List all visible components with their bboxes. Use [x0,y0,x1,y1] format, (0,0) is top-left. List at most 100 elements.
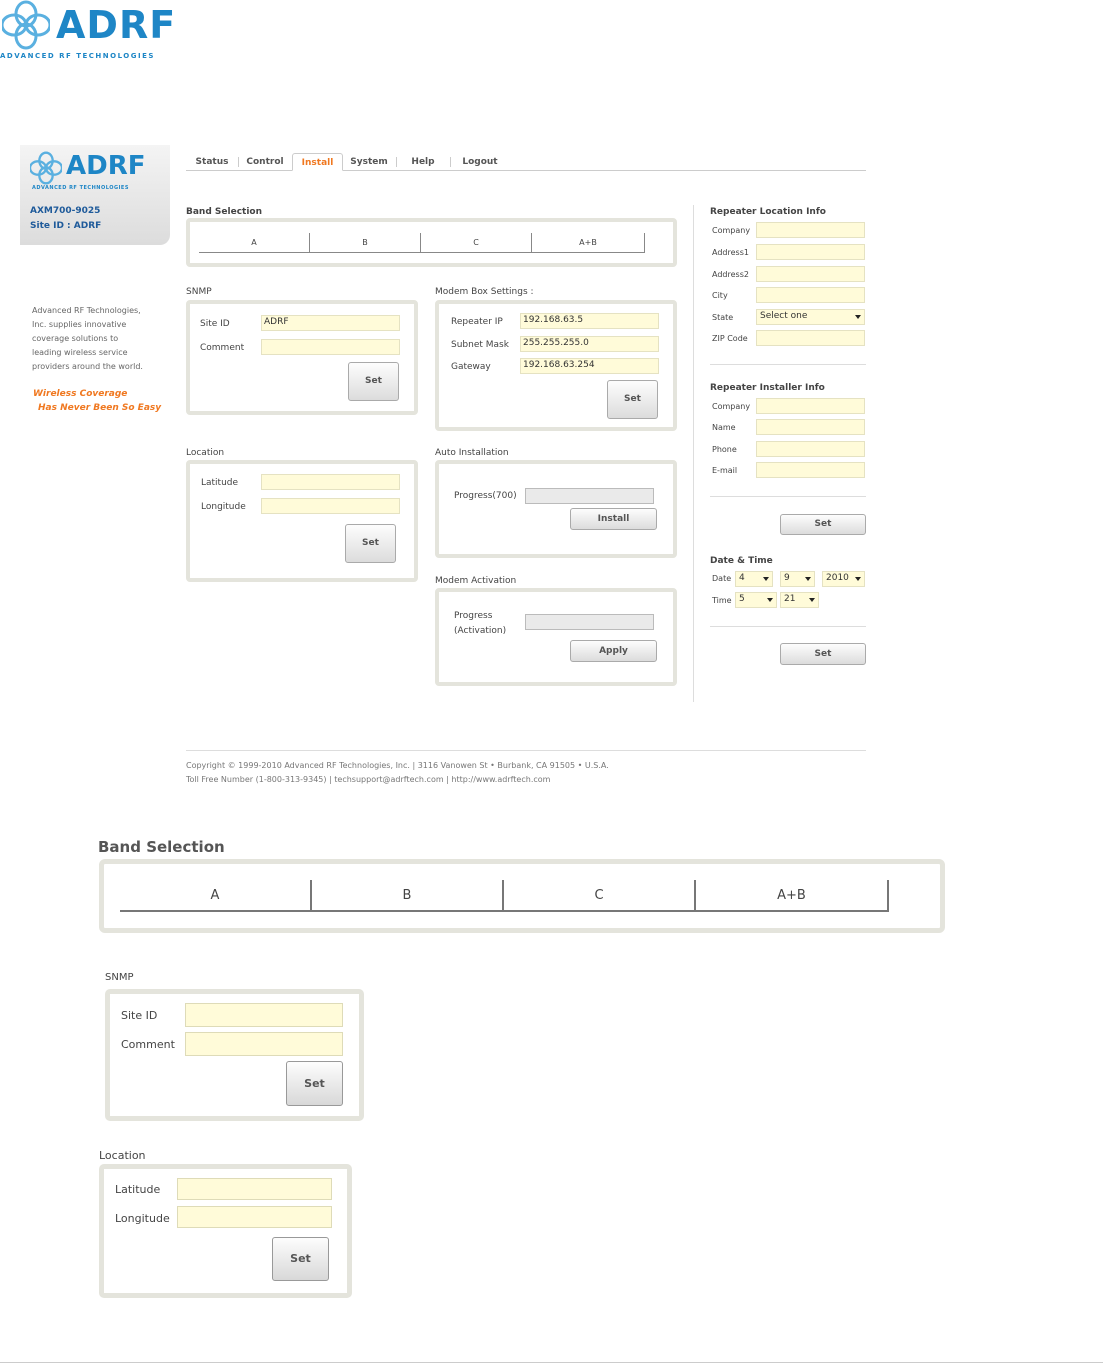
snmp-set-button[interactable]: Set [348,362,399,401]
chevron-down-icon [763,577,769,581]
tab-system[interactable]: System [346,153,392,171]
chevron-down-icon [855,315,861,319]
chevron-down-icon [767,598,773,602]
location-title: Location [186,448,225,458]
footer-copyright: Copyright © 1999-2010 Advanced RF Techno… [186,761,609,770]
month-select[interactable]: 4 [735,571,773,587]
longitude-input[interactable] [261,498,400,514]
chevron-down-icon [855,577,861,581]
band-c-option[interactable]: C [421,233,532,253]
gateway-input[interactable]: 192.168.63.254 [520,358,659,374]
apply-button[interactable]: Apply [570,640,657,662]
band-selection-title: Band Selection [186,207,263,217]
zoom-site-id-input[interactable] [185,1003,343,1027]
inst-company-label: Company [712,402,751,411]
zoom-comment-label: Comment [121,1038,175,1051]
chevron-down-icon [805,577,811,581]
band-ab-option[interactable]: A+B [532,233,645,253]
activation-progress-label: Progress [454,611,493,621]
state-select-value: Select one [760,311,808,321]
chevron-down-icon [809,598,815,602]
address2-label: Address2 [712,270,749,279]
adrf-logo-icon [2,0,50,50]
latitude-input[interactable] [261,474,400,490]
zip-code-input[interactable] [756,330,865,346]
zoom-site-id-label: Site ID [121,1009,158,1022]
snmp-title: SNMP [186,287,212,297]
slogan: Wireless Coverage Has Never Been So Easy [33,387,161,415]
device-model: AXM700-9025 [30,206,101,216]
inst-email-label: E-mail [712,466,738,475]
inst-phone-input[interactable] [756,441,865,457]
zoom-location-set-button[interactable]: Set [272,1237,329,1281]
city-label: City [712,291,728,300]
date-time-set-button[interactable]: Set [780,643,866,665]
tab-separator [238,157,239,167]
activation-progress-sublabel: (Activation) [454,626,507,636]
band-a-option[interactable]: A [199,233,310,253]
modem-activation-title: Modem Activation [435,576,517,586]
year-value: 2010 [826,573,849,583]
zoom-snmp-set-button[interactable]: Set [286,1061,343,1106]
tab-separator [450,157,451,167]
tab-logout[interactable]: Logout [454,153,506,171]
state-label: State [712,313,734,322]
loc-company-label: Company [712,226,751,235]
inst-company-input[interactable] [756,398,865,414]
tab-status[interactable]: Status [190,153,234,171]
auto-install-title: Auto Installation [435,448,509,458]
year-select[interactable]: 2010 [822,571,865,587]
inst-name-input[interactable] [756,419,865,435]
document-logo: ADRF ADVANCED RF TECHNOLOGIES [0,0,175,64]
modem-box-set-button[interactable]: Set [607,380,658,419]
tab-help[interactable]: Help [400,153,446,171]
zoom-comment-input[interactable] [185,1032,343,1056]
zoom-band-a-option[interactable]: A [120,880,312,912]
loc-company-input[interactable] [756,222,865,238]
state-select[interactable]: Select one [756,309,865,325]
zoom-snmp-title: SNMP [105,972,134,983]
tab-install[interactable]: Install [292,153,343,171]
company-blurb: Advanced RF Technologies, Inc. supplies … [32,306,143,371]
time-label: Time [712,596,732,605]
site-id-input[interactable]: ADRF [261,315,400,331]
divider [710,626,866,627]
divider [710,364,866,365]
inst-name-label: Name [712,423,736,432]
zoom-longitude-label: Longitude [115,1212,170,1225]
hour-select[interactable]: 5 [735,592,777,608]
logo-wordmark: ADRF [56,3,177,47]
inst-email-input[interactable] [756,462,865,478]
tab-control[interactable]: Control [242,153,288,171]
address2-input[interactable] [756,266,865,282]
installer-set-button[interactable]: Set [780,514,866,535]
zoom-band-selection-title: Band Selection [98,838,225,856]
zoom-band-ab-option[interactable]: A+B [696,880,889,912]
band-b-option[interactable]: B [310,233,421,253]
zoom-band-b-option[interactable]: B [312,880,504,912]
location-set-button[interactable]: Set [345,524,396,563]
address1-label: Address1 [712,248,749,257]
minute-value: 21 [784,594,796,604]
zoom-latitude-input[interactable] [177,1178,332,1200]
zoom-longitude-input[interactable] [177,1206,332,1228]
subnet-mask-input[interactable]: 255.255.255.0 [520,336,659,352]
hour-value: 5 [739,594,745,604]
device-site-id: Site ID : ADRF [30,221,102,231]
zoom-band-c-option[interactable]: C [504,880,696,912]
comment-input[interactable] [261,339,400,355]
comment-label: Comment [200,343,245,353]
minute-select[interactable]: 21 [780,592,819,608]
divider [710,496,866,497]
modem-activation-panel [435,588,677,686]
repeater-ip-input[interactable]: 192.168.63.5 [520,313,659,329]
inst-phone-label: Phone [712,445,737,454]
day-select[interactable]: 9 [780,571,815,587]
install-button[interactable]: Install [570,508,657,530]
column-divider [693,205,694,702]
main-nav: Status Control Install System Help Logou… [186,153,866,171]
date-label: Date [712,574,732,583]
city-input[interactable] [756,287,865,303]
address1-input[interactable] [756,244,865,260]
date-time-title: Date & Time [710,556,773,566]
